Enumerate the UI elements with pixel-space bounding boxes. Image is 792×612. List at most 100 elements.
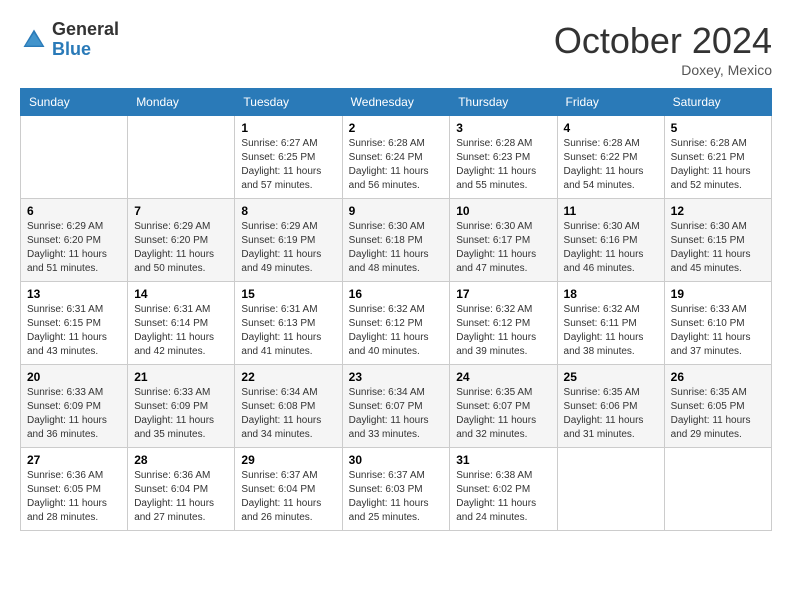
day-number: 29 xyxy=(241,453,335,467)
calendar-cell: 18Sunrise: 6:32 AM Sunset: 6:11 PM Dayli… xyxy=(557,282,664,365)
logo: General Blue xyxy=(20,20,119,60)
day-number: 10 xyxy=(456,204,550,218)
day-info: Sunrise: 6:36 AM Sunset: 6:05 PM Dayligh… xyxy=(27,469,121,525)
day-info: Sunrise: 6:31 AM Sunset: 6:14 PM Dayligh… xyxy=(134,303,228,359)
calendar-cell: 9 Sunrise: 6:30 AM Sunset: 6:18 PM Daylig… xyxy=(342,199,450,282)
calendar-cell: 11 Sunrise: 6:30 AM Sunset: 6:16 PM Dayli… xyxy=(557,199,664,282)
calendar-cell xyxy=(664,448,771,531)
day-number: 6 xyxy=(27,204,121,218)
week-row-1: 1 Sunrise: 6:27 AM Sunset: 6:25 PM Daylig… xyxy=(21,116,772,199)
day-number: 1 xyxy=(241,121,335,135)
day-info: Sunrise: 6:30 AM Sunset: 6:15 PM Dayligh… xyxy=(671,220,765,276)
day-number: 16 xyxy=(349,287,444,301)
day-number: 3 xyxy=(456,121,550,135)
day-info: Sunrise: 6:35 AM Sunset: 6:05 PM Dayligh… xyxy=(671,386,765,442)
day-number: 26 xyxy=(671,370,765,384)
day-number: 2 xyxy=(349,121,444,135)
day-info: Sunrise: 6:31 AM Sunset: 6:13 PM Dayligh… xyxy=(241,303,335,359)
day-info: Sunrise: 6:35 AM Sunset: 6:06 PM Dayligh… xyxy=(564,386,658,442)
day-info: Sunrise: 6:33 AM Sunset: 6:09 PM Dayligh… xyxy=(134,386,228,442)
day-number: 24 xyxy=(456,370,550,384)
calendar-cell xyxy=(21,116,128,199)
calendar-cell: 26 Sunrise: 6:35 AM Sunset: 6:05 PM Dayli… xyxy=(664,365,771,448)
day-info: Sunrise: 6:29 AM Sunset: 6:19 PM Dayligh… xyxy=(241,220,335,276)
logo-text: General Blue xyxy=(52,20,119,60)
day-info: Sunrise: 6:29 AM Sunset: 6:20 PM Dayligh… xyxy=(27,220,121,276)
day-number: 27 xyxy=(27,453,121,467)
day-info: Sunrise: 6:28 AM Sunset: 6:21 PM Dayligh… xyxy=(671,137,765,193)
week-row-2: 6 Sunrise: 6:29 AM Sunset: 6:20 PM Daylig… xyxy=(21,199,772,282)
weekday-header-thursday: Thursday xyxy=(450,89,557,116)
calendar-cell: 16 Sunrise: 6:32 AM Sunset: 6:12 PM Dayli… xyxy=(342,282,450,365)
week-row-5: 27 Sunrise: 6:36 AM Sunset: 6:05 PM Dayli… xyxy=(21,448,772,531)
day-number: 17 xyxy=(456,287,550,301)
day-info: Sunrise: 6:33 AM Sunset: 6:10 PM Dayligh… xyxy=(671,303,765,359)
day-info: Sunrise: 6:30 AM Sunset: 6:17 PM Dayligh… xyxy=(456,220,550,276)
calendar-cell: 15Sunrise: 6:31 AM Sunset: 6:13 PM Dayli… xyxy=(235,282,342,365)
day-info: Sunrise: 6:27 AM Sunset: 6:25 PM Dayligh… xyxy=(241,137,335,193)
calendar-cell: 8 Sunrise: 6:29 AM Sunset: 6:19 PM Daylig… xyxy=(235,199,342,282)
calendar-cell: 31Sunrise: 6:38 AM Sunset: 6:02 PM Dayli… xyxy=(450,448,557,531)
day-number: 13 xyxy=(27,287,121,301)
day-info: Sunrise: 6:34 AM Sunset: 6:08 PM Dayligh… xyxy=(241,386,335,442)
day-info: Sunrise: 6:30 AM Sunset: 6:18 PM Dayligh… xyxy=(349,220,444,276)
weekday-header-monday: Monday xyxy=(128,89,235,116)
calendar-cell xyxy=(557,448,664,531)
day-number: 7 xyxy=(134,204,228,218)
week-row-4: 20 Sunrise: 6:33 AM Sunset: 6:09 PM Dayli… xyxy=(21,365,772,448)
calendar-cell: 12 Sunrise: 6:30 AM Sunset: 6:15 PM Dayli… xyxy=(664,199,771,282)
location: Doxey, Mexico xyxy=(554,62,772,78)
calendar-cell: 7 Sunrise: 6:29 AM Sunset: 6:20 PM Daylig… xyxy=(128,199,235,282)
day-number: 12 xyxy=(671,204,765,218)
day-number: 8 xyxy=(241,204,335,218)
day-number: 22 xyxy=(241,370,335,384)
day-info: Sunrise: 6:32 AM Sunset: 6:12 PM Dayligh… xyxy=(349,303,444,359)
page-header: General Blue October 2024 Doxey, Mexico xyxy=(20,20,772,78)
calendar-table: SundayMondayTuesdayWednesdayThursdayFrid… xyxy=(20,88,772,531)
calendar-cell: 20 Sunrise: 6:33 AM Sunset: 6:09 PM Dayli… xyxy=(21,365,128,448)
day-number: 19 xyxy=(671,287,765,301)
day-info: Sunrise: 6:35 AM Sunset: 6:07 PM Dayligh… xyxy=(456,386,550,442)
calendar-cell xyxy=(128,116,235,199)
calendar-cell: 21 Sunrise: 6:33 AM Sunset: 6:09 PM Dayli… xyxy=(128,365,235,448)
weekday-header-row: SundayMondayTuesdayWednesdayThursdayFrid… xyxy=(21,89,772,116)
day-info: Sunrise: 6:34 AM Sunset: 6:07 PM Dayligh… xyxy=(349,386,444,442)
day-info: Sunrise: 6:32 AM Sunset: 6:12 PM Dayligh… xyxy=(456,303,550,359)
day-number: 11 xyxy=(564,204,658,218)
day-number: 31 xyxy=(456,453,550,467)
day-info: Sunrise: 6:31 AM Sunset: 6:15 PM Dayligh… xyxy=(27,303,121,359)
calendar-cell: 10 Sunrise: 6:30 AM Sunset: 6:17 PM Dayli… xyxy=(450,199,557,282)
calendar-cell: 27 Sunrise: 6:36 AM Sunset: 6:05 PM Dayli… xyxy=(21,448,128,531)
calendar-cell: 29Sunrise: 6:37 AM Sunset: 6:04 PM Dayli… xyxy=(235,448,342,531)
calendar-cell: 23Sunrise: 6:34 AM Sunset: 6:07 PM Dayli… xyxy=(342,365,450,448)
weekday-header-sunday: Sunday xyxy=(21,89,128,116)
calendar-cell: 3 Sunrise: 6:28 AM Sunset: 6:23 PM Daylig… xyxy=(450,116,557,199)
calendar-cell: 22 Sunrise: 6:34 AM Sunset: 6:08 PM Dayli… xyxy=(235,365,342,448)
calendar-cell: 2 Sunrise: 6:28 AM Sunset: 6:24 PM Daylig… xyxy=(342,116,450,199)
day-number: 9 xyxy=(349,204,444,218)
day-number: 28 xyxy=(134,453,228,467)
calendar-cell: 13 Sunrise: 6:31 AM Sunset: 6:15 PM Dayli… xyxy=(21,282,128,365)
day-number: 30 xyxy=(349,453,444,467)
day-number: 25 xyxy=(564,370,658,384)
calendar-cell: 19 Sunrise: 6:33 AM Sunset: 6:10 PM Dayli… xyxy=(664,282,771,365)
calendar-cell: 17 Sunrise: 6:32 AM Sunset: 6:12 PM Dayli… xyxy=(450,282,557,365)
day-info: Sunrise: 6:29 AM Sunset: 6:20 PM Dayligh… xyxy=(134,220,228,276)
day-number: 21 xyxy=(134,370,228,384)
calendar-cell: 4Sunrise: 6:28 AM Sunset: 6:22 PM Daylig… xyxy=(557,116,664,199)
day-number: 14 xyxy=(134,287,228,301)
calendar-cell: 6 Sunrise: 6:29 AM Sunset: 6:20 PM Daylig… xyxy=(21,199,128,282)
day-number: 18 xyxy=(564,287,658,301)
calendar-cell: 24 Sunrise: 6:35 AM Sunset: 6:07 PM Dayli… xyxy=(450,365,557,448)
day-number: 20 xyxy=(27,370,121,384)
day-info: Sunrise: 6:30 AM Sunset: 6:16 PM Dayligh… xyxy=(564,220,658,276)
weekday-header-saturday: Saturday xyxy=(664,89,771,116)
day-info: Sunrise: 6:33 AM Sunset: 6:09 PM Dayligh… xyxy=(27,386,121,442)
title-section: October 2024 Doxey, Mexico xyxy=(554,20,772,78)
weekday-header-wednesday: Wednesday xyxy=(342,89,450,116)
day-info: Sunrise: 6:28 AM Sunset: 6:24 PM Dayligh… xyxy=(349,137,444,193)
calendar-cell: 30Sunrise: 6:37 AM Sunset: 6:03 PM Dayli… xyxy=(342,448,450,531)
day-number: 5 xyxy=(671,121,765,135)
day-info: Sunrise: 6:28 AM Sunset: 6:23 PM Dayligh… xyxy=(456,137,550,193)
calendar-cell: 28Sunrise: 6:36 AM Sunset: 6:04 PM Dayli… xyxy=(128,448,235,531)
